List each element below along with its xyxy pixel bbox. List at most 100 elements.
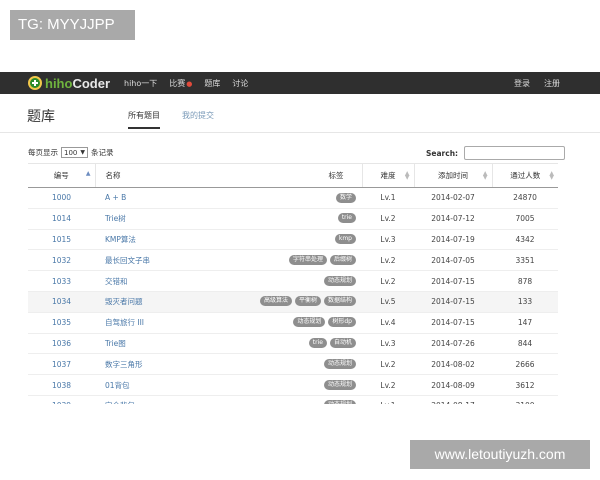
table-row[interactable]: 1037 数字三角形 动态规划 Lv.2 2014-08-02 2666: [28, 353, 558, 376]
problem-name-cell: 交错和 动态规划: [95, 270, 362, 292]
problem-id[interactable]: 1038: [28, 374, 95, 396]
table-row[interactable]: 1032 最长回文子串 字符串处理 后缀树 Lv.2 2014-07-05 3351: [28, 249, 558, 272]
table-row[interactable]: 1035 自驾旅行 III 动态规划 树形dp Lv.4 2014-07-15 147: [28, 312, 558, 334]
flame-icon: ●: [186, 79, 193, 88]
tag-list: 字符串处理 后缀树: [286, 254, 356, 265]
table-row[interactable]: 1014 Trie树 trie Lv.2 2014-07-12 7005: [28, 208, 558, 230]
problem-passed-count: 3351: [492, 249, 558, 272]
header-name[interactable]: 名称 标签: [94, 163, 362, 188]
tag-badge[interactable]: 动态规划: [293, 317, 326, 328]
tab-my-submissions[interactable]: 我的提交: [182, 110, 214, 129]
tag-list: 动态规划: [321, 275, 356, 286]
problem-id[interactable]: 1035: [28, 312, 95, 334]
page-root: TG: MYYJJPP hihoCoder hiho一下 比赛● 题库 讨论 登…: [0, 0, 600, 480]
header-date[interactable]: 添加时间 ▲ ▼: [413, 163, 492, 188]
nav-items: hiho一下 比赛● 题库 讨论: [124, 78, 260, 89]
problem-name-cell: Trie图 trie 自动机: [95, 333, 362, 355]
problem-name-link[interactable]: 完全背包: [105, 400, 135, 404]
nav-item-problems[interactable]: 题库: [204, 78, 220, 89]
tag-badge[interactable]: trie: [337, 213, 356, 224]
problem-id[interactable]: 1015: [28, 229, 95, 251]
problem-passed-count: 3612: [492, 374, 558, 396]
problem-passed-count: 844: [492, 333, 558, 355]
problem-id[interactable]: 1033: [28, 270, 95, 292]
problem-name-link[interactable]: 交错和: [105, 276, 128, 287]
register-link[interactable]: 注册: [544, 78, 560, 89]
problem-name-cell: KMP算法 kmp: [95, 229, 362, 251]
problem-name-link[interactable]: 01背包: [105, 380, 130, 391]
problem-id[interactable]: 1037: [28, 353, 95, 376]
tag-badge[interactable]: 动态规划: [323, 358, 356, 369]
header-id-label: 编号: [53, 171, 69, 180]
problem-name-link[interactable]: 毁灭者问题: [105, 296, 143, 307]
problem-name-link[interactable]: 最长回文子串: [105, 255, 150, 266]
table-row[interactable]: 1036 Trie图 trie 自动机 Lv.3 2014-07-26 844: [28, 333, 558, 355]
problem-level: Lv.2: [362, 353, 414, 376]
tag-badge[interactable]: trie: [308, 337, 327, 348]
page-length-prefix: 每页显示: [28, 148, 58, 157]
tag-list: trie 自动机: [306, 337, 356, 348]
header-level[interactable]: 难度 ▲ ▼: [361, 163, 414, 188]
tag-badge[interactable]: 动态规划: [323, 379, 356, 390]
problem-name-link[interactable]: Trie树: [105, 213, 126, 224]
navbar: hihoCoder hiho一下 比赛● 题库 讨论 登录 注册: [0, 72, 600, 94]
problem-name-cell: 数字三角形 动态规划: [95, 353, 362, 376]
tag-badge[interactable]: 数据结构: [323, 296, 356, 307]
site-logo[interactable]: hihoCoder: [28, 76, 110, 91]
problem-passed-count: 878: [492, 270, 558, 292]
problem-name-link[interactable]: Trie图: [105, 338, 126, 349]
logo-icon: [28, 76, 42, 90]
problem-name-link[interactable]: 数字三角形: [105, 359, 143, 370]
table-row[interactable]: 1038 01背包 动态规划 Lv.2 2014-08-09 3612: [28, 374, 558, 396]
table-row[interactable]: 1039 完全背包 动态规划 Lv.12014-08-173100: [28, 395, 558, 404]
tag-badge[interactable]: 动态规划: [323, 400, 356, 404]
tag-badge[interactable]: 动态规划: [323, 275, 356, 286]
problem-id[interactable]: 1034: [28, 291, 95, 313]
search-input[interactable]: [464, 146, 566, 160]
problem-id[interactable]: 1000: [28, 187, 95, 209]
tag-badge[interactable]: 高级算法: [259, 296, 292, 307]
table-header-row: 编号 ▲ 名称 标签 难度 ▲ ▼ 添加时间 ▲ ▼ 通过人数 ▲ ▼: [28, 163, 558, 188]
nav-item-hiho[interactable]: hiho一下: [124, 78, 157, 89]
problem-id[interactable]: 1014: [28, 208, 95, 230]
header-passed[interactable]: 通过人数 ▲ ▼: [491, 163, 558, 188]
table-row[interactable]: 1015 KMP算法 kmp Lv.3 2014-07-19 4342: [28, 229, 558, 251]
tag-badge[interactable]: 自动机: [329, 337, 356, 348]
problem-name-link[interactable]: 自驾旅行 III: [105, 317, 144, 328]
problem-name-link[interactable]: A + B: [105, 193, 126, 202]
search-control: Search:: [426, 146, 566, 160]
header-tags-label: 标签: [328, 171, 344, 180]
problem-level: Lv.2: [362, 208, 414, 230]
tag-badge[interactable]: 数学: [335, 192, 356, 203]
nav-item-discuss[interactable]: 讨论: [232, 78, 248, 89]
login-link[interactable]: 登录: [514, 78, 530, 89]
table-row[interactable]: 1034 毁灭者问题 高级算法 平衡树 数据结构 Lv.5 2014-07-15 133: [28, 291, 558, 313]
table-row[interactable]: 1000 A + B 数学 Lv.1 2014-02-07 24870: [28, 187, 558, 209]
problem-date: 2014-07-15: [414, 312, 492, 334]
header-id[interactable]: 编号 ▲: [28, 163, 95, 188]
tag-badge[interactable]: 后缀树: [329, 254, 356, 265]
problem-date: 2014-07-12: [414, 208, 492, 230]
problem-name-link[interactable]: KMP算法: [105, 234, 136, 245]
nav-item-contest-label: 比赛: [169, 78, 186, 88]
problem-date: 2014-07-15: [414, 291, 492, 313]
tag-badge[interactable]: 树形dp: [328, 317, 356, 328]
search-label: Search:: [426, 148, 459, 158]
tag-badge[interactable]: 平衡树: [294, 296, 321, 307]
problem-id[interactable]: 1036: [28, 333, 95, 355]
tag-list: trie: [335, 213, 356, 224]
problem-date: 2014-08-02: [414, 353, 492, 376]
page-length-select[interactable]: 100 ▼: [61, 147, 88, 158]
problem-table: 编号 ▲ 名称 标签 难度 ▲ ▼ 添加时间 ▲ ▼ 通过人数 ▲ ▼ 1000 A + B 数学 L…: [28, 163, 558, 404]
nav-item-contest[interactable]: 比赛●: [169, 78, 192, 89]
table-row[interactable]: 1033 交错和 动态规划 Lv.2 2014-07-15 878: [28, 270, 558, 292]
tab-all-problems[interactable]: 所有题目: [128, 110, 160, 129]
problem-date: 2014-07-05: [414, 249, 492, 272]
problem-id[interactable]: 1039: [28, 395, 95, 404]
page-length-value: 100: [64, 148, 78, 157]
problem-name-cell: 毁灭者问题 高级算法 平衡树 数据结构: [95, 291, 362, 313]
problem-id[interactable]: 1032: [28, 249, 95, 272]
sort-asc-icon: ▲: [85, 170, 91, 177]
tag-badge[interactable]: 字符串处理: [288, 254, 327, 265]
tag-badge[interactable]: kmp: [334, 233, 356, 244]
